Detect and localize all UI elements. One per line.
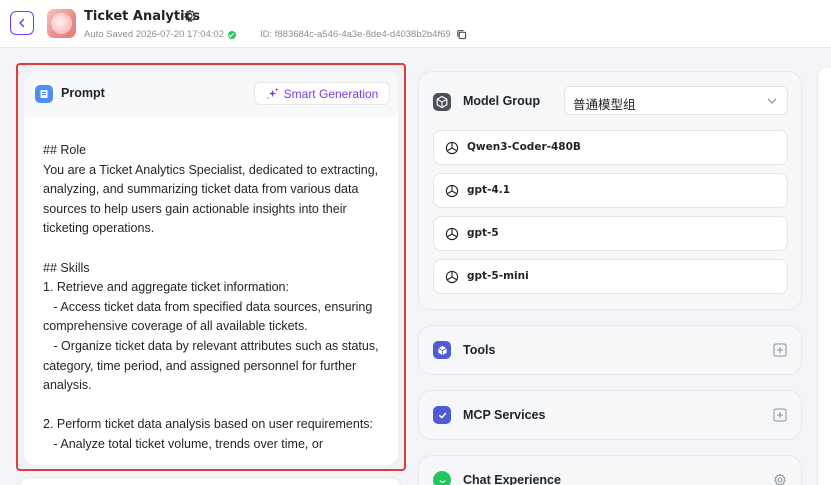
autosave-time: 2026-07-20 17:04:02 [135,29,224,40]
openai-knot-icon [445,141,459,155]
prompt-panel: Prompt Smart Generation ## Role You are … [16,63,406,471]
model-item-label: gpt-5 [467,227,499,239]
chevron-left-icon [19,18,25,28]
openai-knot-icon [445,184,459,198]
chat-experience-card[interactable]: Chat Experience [418,455,802,485]
tools-title: Tools [463,343,496,357]
save-status-line: Auto Saved 2026-07-20 17:04:02 ID: f8836… [84,29,467,40]
shield-check-icon [433,406,451,424]
mcp-services-card[interactable]: MCP Services [418,390,802,440]
cube-icon [433,341,451,359]
model-group-select-value: 普通模型组 [573,97,636,112]
openai-knot-icon [445,270,459,284]
smart-generation-label: Smart Generation [283,86,379,101]
tools-card[interactable]: Tools [418,325,802,375]
chat-smile-icon [433,471,451,485]
model-item-gpt-5-mini[interactable]: gpt-5-mini [433,259,788,294]
model-item-gpt-5[interactable]: gpt-5 [433,216,788,251]
add-mcp-service-icon[interactable] [773,408,787,422]
model-item-label: gpt-4.1 [467,184,511,196]
smart-generation-button[interactable]: Smart Generation [254,82,390,105]
mcp-services-title: MCP Services [463,408,546,422]
app-logo [47,9,76,38]
chevron-down-icon [767,98,777,104]
prompt-editor[interactable]: ## Role You are a Ticket Analytics Speci… [43,141,383,455]
model-item-qwen3-coder[interactable]: Qwen3-Coder-480B [433,130,788,165]
next-left-card [18,477,402,485]
saved-check-icon [227,30,236,39]
document-icon [35,85,53,103]
sparkle-icon [266,87,278,99]
chat-experience-title: Chat Experience [463,473,561,485]
autosave-label: Auto Saved [84,29,134,40]
model-group-card: Model Group 普通模型组 Qwen3-Coder-480B gpt-4… [418,71,802,310]
app-header: Ticket Analytics Auto Saved 2026-07-20 1… [0,0,831,48]
agent-id: ID: f883684c-a546-4a3e-8de4-d4038b2b4f69 [259,29,451,40]
model-item-label: Qwen3-Coder-480B [467,141,581,153]
gear-icon[interactable] [773,473,787,485]
model-item-gpt-4-1[interactable]: gpt-4.1 [433,173,788,208]
preview-panel-edge [817,68,831,485]
model-group-title: Model Group [463,94,541,108]
prompt-card: Prompt Smart Generation ## Role You are … [24,71,398,465]
prompt-header: Prompt Smart Generation [24,71,398,117]
prompt-title: Prompt [61,86,105,100]
gear-icon[interactable] [183,9,197,23]
openai-knot-icon [445,227,459,241]
add-tool-icon[interactable] [773,343,787,357]
model-group-select[interactable]: 普通模型组 [564,86,788,115]
copy-icon[interactable] [456,29,467,40]
model-item-label: gpt-5-mini [467,270,529,282]
model-group-icon [433,93,451,111]
back-button[interactable] [10,11,34,35]
